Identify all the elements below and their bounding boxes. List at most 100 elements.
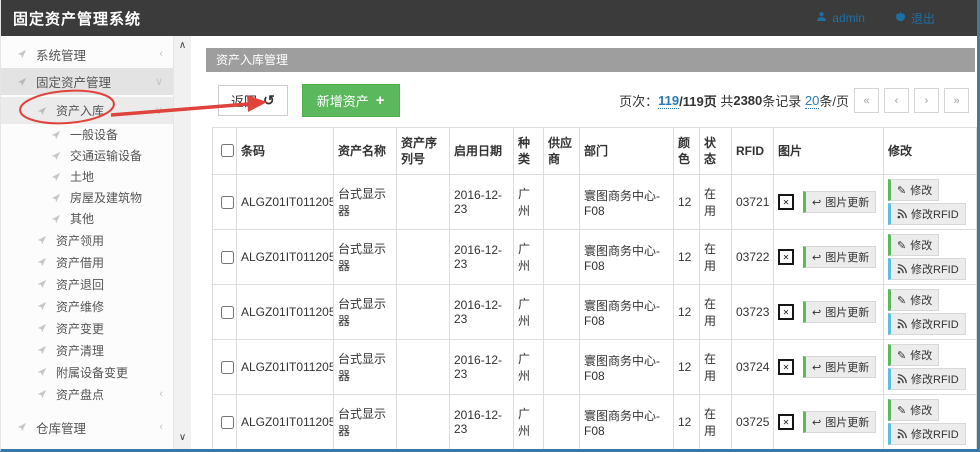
scroll-down-icon[interactable]: ∨ xyxy=(174,432,191,443)
cell-asset-name: 台式显示器 xyxy=(334,395,397,450)
reply-icon: ↩ xyxy=(812,416,821,429)
cell-edit: ✎ 修改 修改RFID xyxy=(884,175,977,230)
cell-image: ✕ ↩ 图片更新 xyxy=(774,230,884,285)
sidebar-item[interactable]: 交通运输设备 xyxy=(1,145,191,166)
sidebar-item[interactable]: 附属设备变更 xyxy=(1,361,191,383)
nav-arrow-icon xyxy=(37,367,47,377)
app-title: 固定资产管理系统 xyxy=(1,8,141,29)
row-checkbox[interactable] xyxy=(221,251,234,264)
broken-image-icon: ✕ xyxy=(778,414,794,430)
sidebar-item[interactable]: 固定资产管理 ∨ xyxy=(1,68,191,95)
sidebar-scrollbar[interactable]: ∧ ∨ xyxy=(173,36,191,449)
edit-button[interactable]: ✎ 修改 xyxy=(888,399,939,421)
scroll-up-icon[interactable]: ∧ xyxy=(174,40,191,51)
edit-icon: ✎ xyxy=(897,239,906,252)
plus-icon: + xyxy=(376,96,385,106)
edit-rfid-button[interactable]: 修改RFID xyxy=(888,423,966,445)
edit-rfid-label: 修改RFID xyxy=(911,371,959,387)
sidebar-item[interactable]: 资产变更 xyxy=(1,317,191,339)
image-update-button[interactable]: ↩ 图片更新 xyxy=(803,191,876,213)
sidebar-item-label: 系统管理 xyxy=(36,45,86,64)
sidebar-item[interactable]: 仓库管理 ‹ xyxy=(1,413,191,441)
pagination: 页次：119/119页 共2380条记录 20条/页 « ‹ › » xyxy=(619,88,969,113)
sidebar-item-label: 资产维修 xyxy=(56,298,104,315)
image-update-button[interactable]: ↩ 图片更新 xyxy=(803,356,876,378)
table-body: ALGZ01IT0112050014 台式显示器 2016-12-23 广州 寰… xyxy=(213,175,977,452)
user-account-label: admin xyxy=(832,11,865,25)
sidebar-item[interactable]: 其他 xyxy=(1,208,191,229)
sidebar-item[interactable]: 房屋及建筑物 xyxy=(1,187,191,208)
col-category: 种 类 xyxy=(514,128,544,175)
prev-page-button[interactable]: ‹ xyxy=(884,88,909,113)
cell-rfid: 03723 xyxy=(732,285,774,340)
sidebar-item[interactable]: 资产清理 xyxy=(1,339,191,361)
sidebar-item[interactable]: 资产借用 xyxy=(1,251,191,273)
image-update-label: 图片更新 xyxy=(825,414,869,430)
cell-asset-name: 台式显示器 xyxy=(334,230,397,285)
row-checkbox[interactable] xyxy=(221,196,234,209)
edit-rfid-button[interactable]: 修改RFID xyxy=(888,313,966,335)
cell-barcode: ALGZ01IT0112050017 xyxy=(237,340,334,395)
cell-category: 广州 xyxy=(514,340,544,395)
table-row: ALGZ01IT0112050014 台式显示器 2016-12-23 广州 寰… xyxy=(213,175,977,230)
select-all-checkbox[interactable] xyxy=(221,144,234,157)
edit-button[interactable]: ✎ 修改 xyxy=(888,179,939,201)
sidebar-item[interactable]: 资产入库 ∨ xyxy=(1,97,191,124)
nav-arrow-icon xyxy=(37,323,47,333)
sidebar-item[interactable]: 系统管理 ‹ xyxy=(1,40,191,68)
cell-color: 12 xyxy=(674,285,700,340)
add-asset-button[interactable]: 新增资产 + xyxy=(302,84,400,117)
logout-label: 退出 xyxy=(911,10,935,27)
sidebar-item[interactable]: 一般设备 xyxy=(1,124,191,145)
row-checkbox[interactable] xyxy=(221,306,234,319)
nav-arrow-icon xyxy=(51,214,61,224)
col-barcode: 条码 xyxy=(237,128,334,175)
image-update-button[interactable]: ↩ 图片更新 xyxy=(803,301,876,323)
logout-link[interactable]: 退出 xyxy=(895,10,935,27)
cell-image: ✕ ↩ 图片更新 xyxy=(774,340,884,395)
edit-rfid-button[interactable]: 修改RFID xyxy=(888,203,966,225)
sidebar-item-label: 房屋及建筑物 xyxy=(70,189,142,206)
cell-category: 广州 xyxy=(514,395,544,450)
reply-icon: ↩ xyxy=(812,251,821,264)
sidebar-item[interactable]: 资产盘点 ‹ xyxy=(1,383,191,405)
rfid-signal-icon xyxy=(897,429,907,439)
row-checkbox[interactable] xyxy=(221,361,234,374)
cell-status: 在用 xyxy=(700,395,732,450)
sidebar-item[interactable]: 资产领用 xyxy=(1,229,191,251)
row-checkbox[interactable] xyxy=(221,416,234,429)
broken-image-icon: ✕ xyxy=(778,194,794,210)
table-row: ALGZ01IT0112050016 台式显示器 2016-12-23 广州 寰… xyxy=(213,285,977,340)
edit-rfid-button[interactable]: 修改RFID xyxy=(888,368,966,390)
records-prefix: 共 xyxy=(720,91,733,110)
edit-button[interactable]: ✎ 修改 xyxy=(888,289,939,311)
back-button[interactable]: 返回 ↺ xyxy=(218,85,288,116)
cell-color: 12 xyxy=(674,175,700,230)
edit-rfid-label: 修改RFID xyxy=(911,316,959,332)
next-page-button[interactable]: › xyxy=(914,88,939,113)
sidebar-item-label: 其他 xyxy=(70,210,94,227)
col-color: 颜 色 xyxy=(674,128,700,175)
edit-label: 修改 xyxy=(910,402,932,418)
edit-button[interactable]: ✎ 修改 xyxy=(888,234,939,256)
page-size-link[interactable]: 20 xyxy=(805,93,819,109)
image-update-button[interactable]: ↩ 图片更新 xyxy=(803,246,876,268)
select-all-cell xyxy=(213,128,237,175)
nav-arrow-icon xyxy=(37,301,47,311)
last-page-button[interactable]: » xyxy=(944,88,969,113)
cell-asset-name: 台式显示器 xyxy=(334,340,397,395)
edit-button[interactable]: ✎ 修改 xyxy=(888,344,939,366)
reply-icon: ↩ xyxy=(812,306,821,319)
user-account-link[interactable]: admin xyxy=(816,10,865,27)
image-update-button[interactable]: ↩ 图片更新 xyxy=(803,411,876,433)
cell-category: 广州 xyxy=(514,285,544,340)
first-page-button[interactable]: « xyxy=(854,88,879,113)
sidebar-item[interactable]: 资产维修 xyxy=(1,295,191,317)
sidebar-item[interactable]: 资产退回 xyxy=(1,273,191,295)
sidebar-item[interactable]: 土地 xyxy=(1,166,191,187)
edit-label: 修改 xyxy=(910,182,932,198)
sidebar-item-label: 资产清理 xyxy=(56,342,104,359)
nav-arrow-icon xyxy=(37,389,47,399)
current-page-link[interactable]: 119 xyxy=(658,93,679,109)
edit-rfid-button[interactable]: 修改RFID xyxy=(888,258,966,280)
